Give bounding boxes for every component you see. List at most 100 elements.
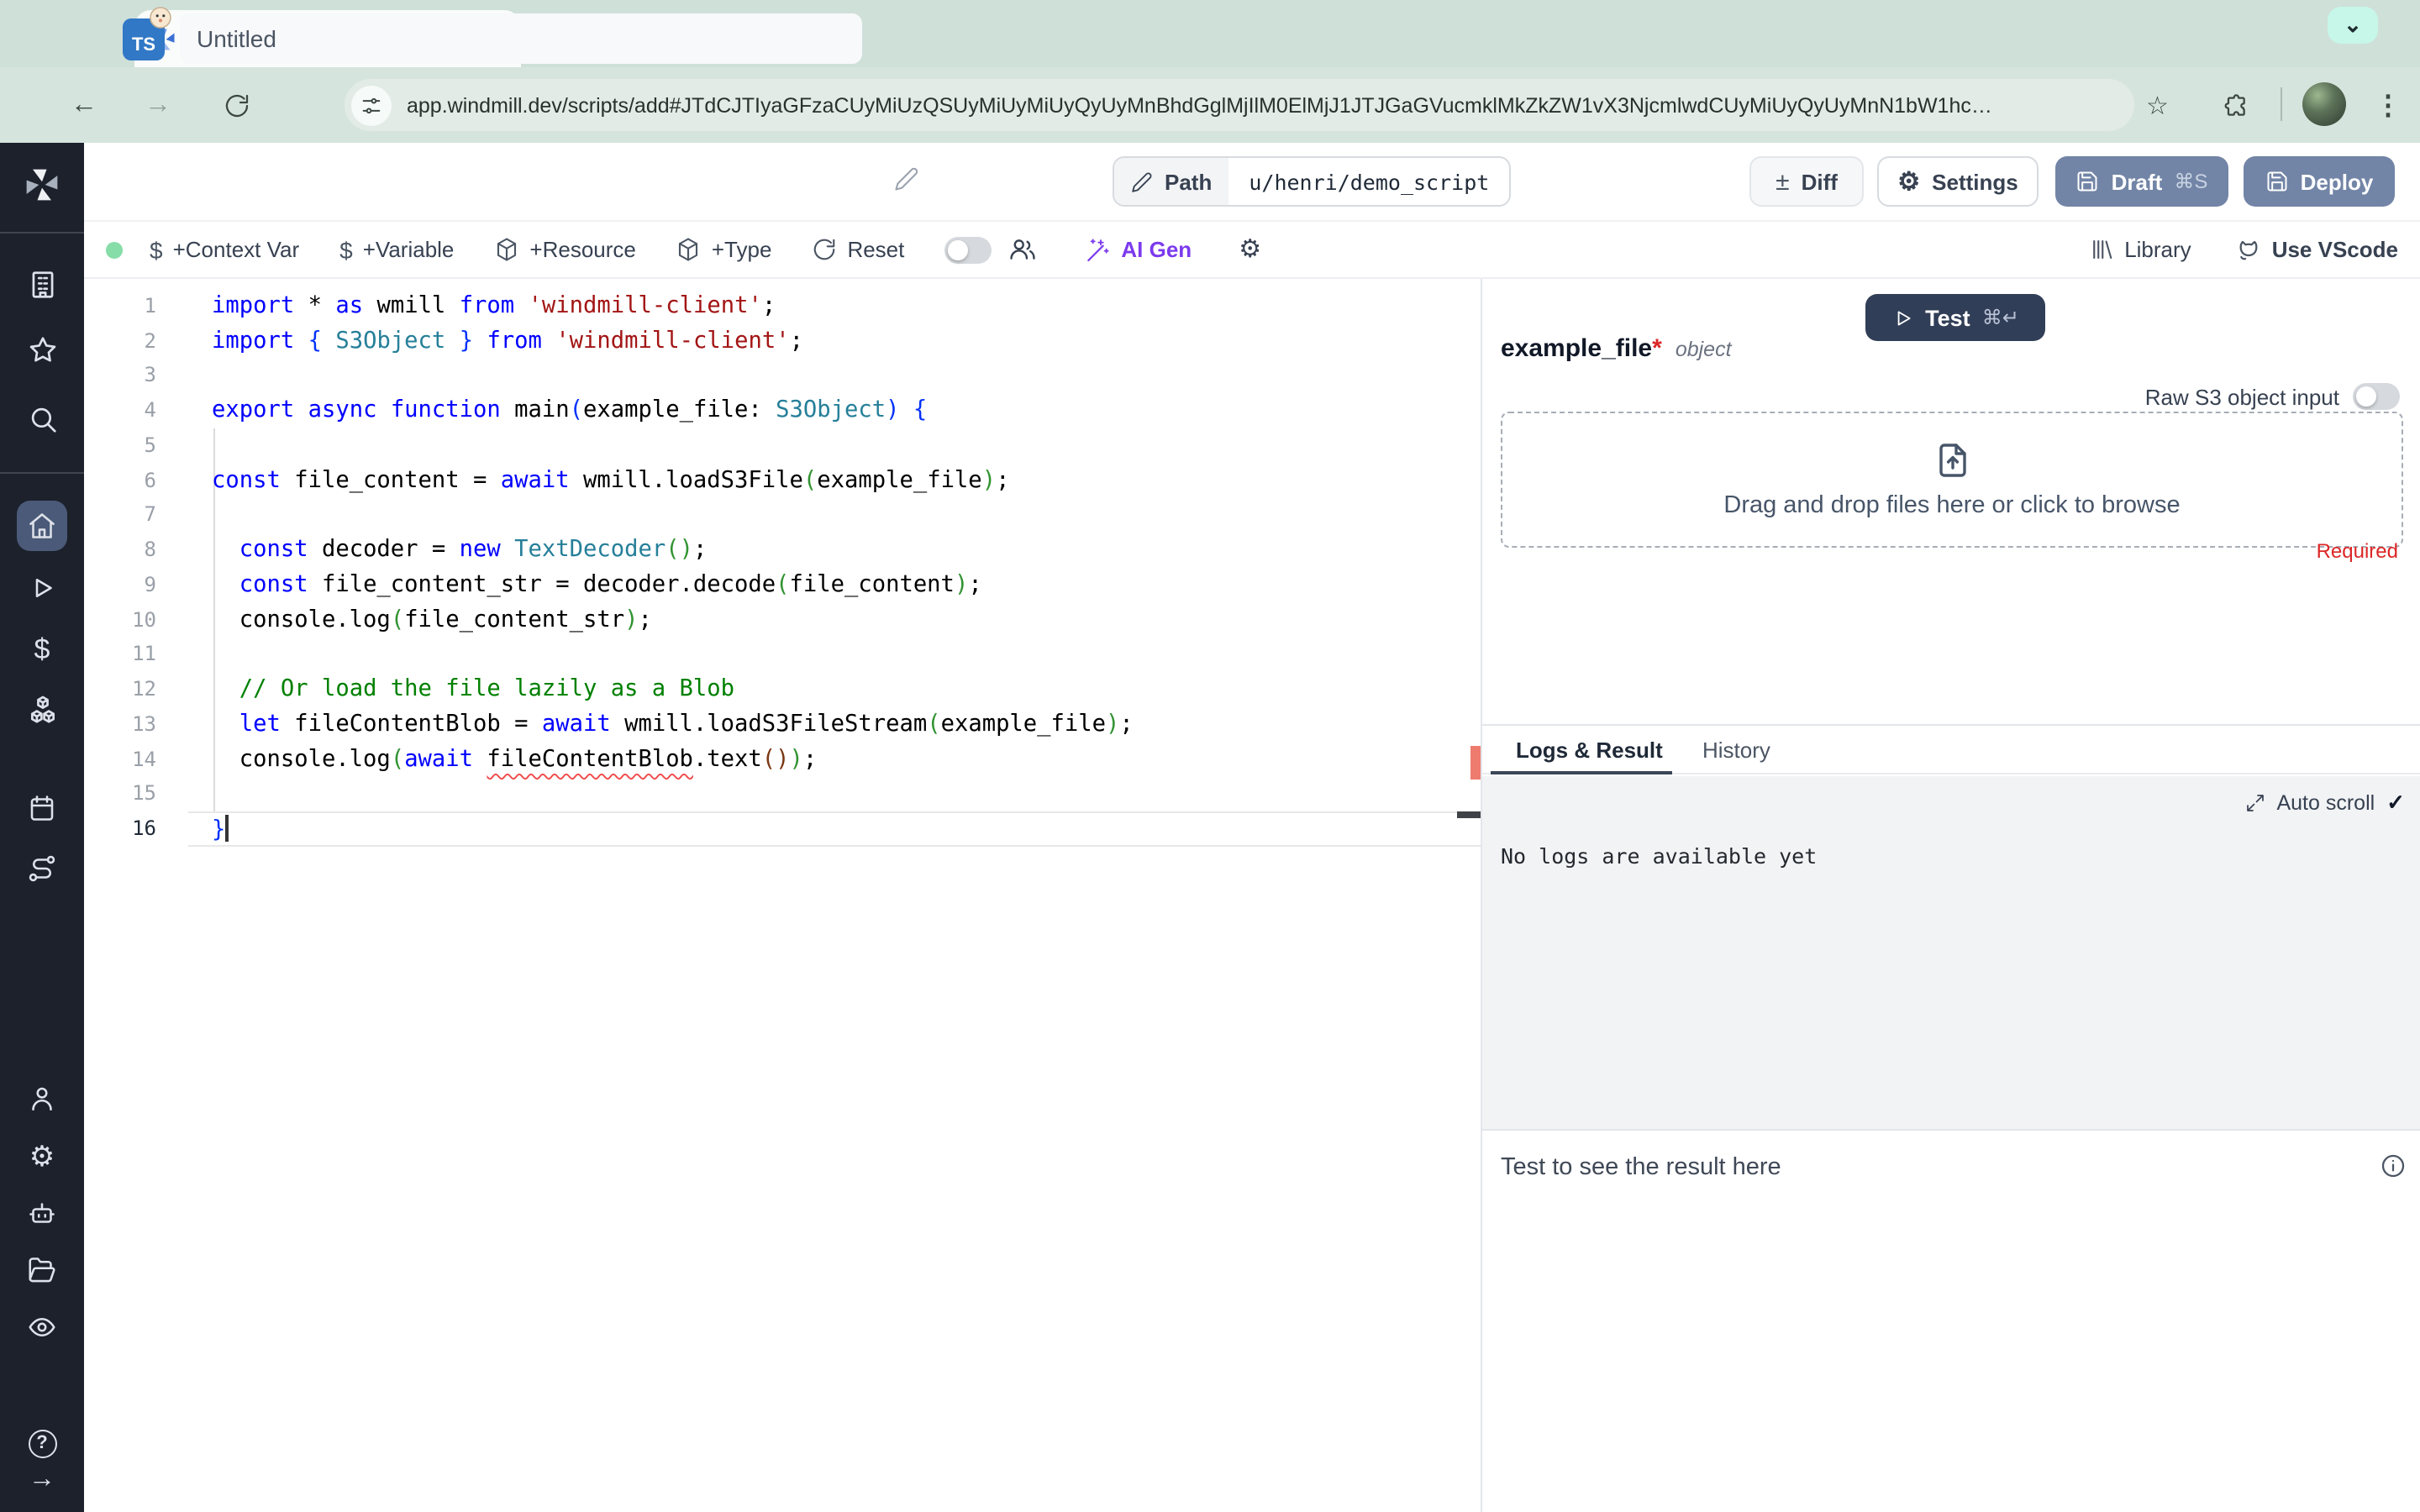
scrollbar-cursor-marker[interactable] <box>1457 811 1481 817</box>
code-line[interactable]: 13 let fileContentBlob = await wmill.loa… <box>84 706 1481 742</box>
extensions-puzzle-icon[interactable] <box>2222 92 2249 118</box>
settings-button[interactable]: ⚙ Settings <box>1877 156 2039 207</box>
code-line[interactable]: 9 const file_content_str = decoder.decod… <box>84 567 1481 602</box>
draft-shortcut: ⌘S <box>2174 170 2208 193</box>
forward-icon[interactable]: → <box>145 90 171 120</box>
raw-s3-input-row: Raw S3 object input <box>2145 383 2400 410</box>
profile-avatar[interactable] <box>2302 82 2346 126</box>
editor-settings-gear-icon[interactable]: ⚙ <box>1239 237 1261 262</box>
code-text: console.log(file_content_str); <box>212 606 652 633</box>
auto-scroll-control[interactable]: Auto scroll ✓ <box>2244 790 2405 816</box>
sidebar-item-runs[interactable] <box>12 559 72 617</box>
line-number: 9 <box>144 572 156 596</box>
add-variable-label: +Variable <box>362 237 455 262</box>
sidebar-item-home[interactable] <box>12 497 72 554</box>
test-shortcut: ⌘↵ <box>1981 306 2019 329</box>
sidebar-item-resources[interactable] <box>12 680 72 738</box>
magic-wand-icon <box>1084 236 1111 263</box>
add-resource-button[interactable]: +Resource <box>494 237 636 262</box>
tab-logs-result[interactable]: Logs & Result <box>1516 738 1663 763</box>
raw-s3-toggle[interactable] <box>2353 383 2400 410</box>
navbar-divider <box>2281 87 2282 121</box>
back-icon[interactable]: ← <box>71 90 97 120</box>
add-variable-button[interactable]: $ +Variable <box>339 236 454 263</box>
logs-tabbar: Logs & Result History <box>1482 726 2420 774</box>
path-button[interactable]: Path u/henri/demo_script <box>1113 156 1512 207</box>
line-number: 10 <box>132 607 156 632</box>
sidebar-item-workers[interactable] <box>12 1184 72 1242</box>
line-number: 14 <box>132 747 156 771</box>
sidebar-item-schedules[interactable] <box>12 780 72 837</box>
sidebar-item-flows[interactable] <box>12 840 72 897</box>
code-line[interactable]: 4 export async function main(example_file… <box>84 393 1481 428</box>
code-line[interactable]: 12 // Or load the file lazily as a Blob <box>84 672 1481 707</box>
file-upload-icon <box>1932 440 1972 480</box>
code-line[interactable]: 3 <box>84 358 1481 393</box>
add-context-var-label: +Context Var <box>172 237 300 262</box>
sidebar-item-settings[interactable]: ⚙ <box>12 1127 72 1184</box>
sidebar-item-users[interactable] <box>12 1070 72 1127</box>
code-line[interactable]: 14 console.log(await fileContentBlob.tex… <box>84 742 1481 777</box>
edit-title-pencil-icon[interactable] <box>894 166 919 192</box>
code-line[interactable]: 11 <box>84 637 1481 672</box>
code-text: export async function main(example_file:… <box>212 396 928 424</box>
code-line[interactable]: 6 const file_content = await wmill.loadS3… <box>84 463 1481 498</box>
collab-mode-toggle[interactable] <box>944 236 992 263</box>
run-preview-panel: Test ⌘↵ example_file* object Raw S3 obje… <box>1481 279 2420 1512</box>
sidebar-item-workspace[interactable] <box>12 255 72 312</box>
test-button[interactable]: Test ⌘↵ <box>1865 294 2045 341</box>
users-icon[interactable] <box>1008 235 1037 264</box>
line-number: 16 <box>132 816 156 841</box>
windmill-logo[interactable] <box>12 156 72 213</box>
sidebar-item-help[interactable]: ? <box>12 1423 72 1463</box>
active-tab-underline <box>1491 770 1672 774</box>
code-line[interactable]: 15 <box>84 776 1481 811</box>
line-number: 12 <box>132 677 156 701</box>
bookmark-star-icon[interactable]: ☆ <box>2146 90 2169 120</box>
add-type-button[interactable]: +Type <box>676 237 771 262</box>
line-number: 15 <box>132 781 156 806</box>
sidebar-expand-arrow-icon[interactable]: → <box>12 1460 72 1500</box>
add-context-var-button[interactable]: $ +Context Var <box>150 236 299 263</box>
browser-menu-icon[interactable]: ⋮ <box>2375 88 2402 122</box>
sidebar-item-audit-logs[interactable] <box>12 1299 72 1356</box>
script-title-field[interactable]: Untitled <box>180 13 862 64</box>
sidebar-item-search[interactable] <box>12 390 72 447</box>
reset-button[interactable]: Reset <box>812 237 904 262</box>
sidebar-item-folders[interactable] <box>12 1242 72 1299</box>
emoji-sticker <box>150 7 171 37</box>
code-line[interactable]: 5 <box>84 428 1481 463</box>
diff-button[interactable]: ± Diff <box>1749 156 1864 207</box>
dollar-icon: $ <box>339 236 353 263</box>
scrollbar-error-marker[interactable] <box>1470 746 1481 780</box>
reload-icon[interactable] <box>224 92 250 118</box>
tab-search-button[interactable]: ⌄ <box>2328 7 2378 44</box>
site-settings-icon[interactable] <box>351 85 392 125</box>
test-label: Test <box>1925 305 1970 330</box>
save-icon <box>2076 170 2100 193</box>
code-line[interactable]: 2 import { S3Object } from 'windmill-clie… <box>84 323 1481 359</box>
code-line[interactable]: 8 const decoder = new TextDecoder(); <box>84 533 1481 568</box>
url-address-bar[interactable]: app.windmill.dev/scripts/add#JTdCJTIyaGF… <box>345 79 2134 131</box>
code-line[interactable]: 16} <box>84 811 1481 847</box>
gear-icon: ⚙ <box>29 1140 55 1172</box>
code-editor[interactable]: 1 import * as wmill from 'windmill-client… <box>84 279 1481 1512</box>
sidebar-item-favorites[interactable] <box>12 321 72 378</box>
ai-gen-button[interactable]: AI Gen <box>1084 236 1192 263</box>
deploy-button[interactable]: Deploy <box>2244 156 2395 207</box>
library-button[interactable]: Library <box>2089 237 2191 262</box>
file-dropzone[interactable]: Drag and drop files here or click to bro… <box>1501 412 2403 548</box>
deploy-label: Deploy <box>2300 169 2374 194</box>
info-icon[interactable] <box>2380 1152 2407 1179</box>
windmill-script-editor-window: New Script | Windmill ✕ + ⌄ ← → app.wind… <box>0 0 2420 1512</box>
draft-button[interactable]: Draft ⌘S <box>2055 156 2228 207</box>
library-label: Library <box>2124 237 2191 262</box>
sidebar-item-variables[interactable]: $ <box>12 620 72 677</box>
code-line[interactable]: 7 <box>84 497 1481 533</box>
code-line[interactable]: 10 console.log(file_content_str); <box>84 602 1481 638</box>
code-line[interactable]: 1 import * as wmill from 'windmill-client… <box>84 288 1481 323</box>
line-number: 3 <box>144 363 156 387</box>
sidebar-divider <box>0 232 84 234</box>
tab-history[interactable]: History <box>1702 738 1770 763</box>
use-vscode-button[interactable]: Use VScode <box>2235 236 2398 263</box>
